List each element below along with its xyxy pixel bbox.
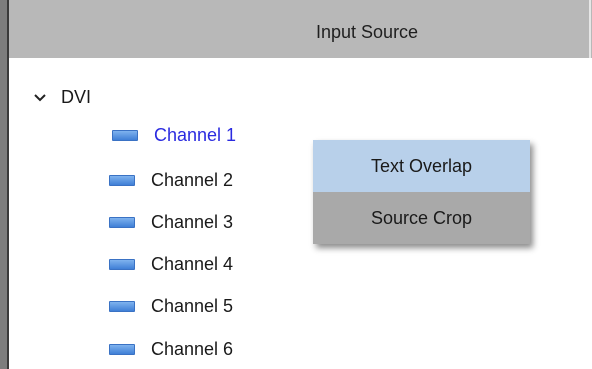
panel-title: Input Source [316, 22, 419, 42]
tree-item-channel-4[interactable]: Channel 4 [109, 251, 233, 277]
header-column-separator[interactable] [589, 0, 591, 58]
video-channel-icon [109, 343, 135, 355]
tree-group-label: DVI [61, 86, 92, 107]
channel-label: Channel 3 [151, 211, 234, 232]
menu-item-source-crop[interactable]: Source Crop [313, 192, 530, 244]
panel-left-border [0, 0, 9, 369]
tree-item-channel-3[interactable]: Channel 3 [109, 209, 233, 235]
video-channel-icon [109, 216, 135, 228]
tree-item-channel-5[interactable]: Channel 5 [109, 293, 233, 319]
video-channel-icon [109, 300, 135, 312]
chevron-down-icon[interactable] [33, 90, 47, 104]
channel-label: Channel 6 [151, 338, 234, 359]
channel-label: Channel 1 [154, 124, 237, 145]
context-menu: Text Overlap Source Crop [313, 140, 530, 244]
tree-item-channel-1[interactable]: Channel 1 [112, 122, 236, 148]
tree-group-dvi[interactable]: DVI [33, 85, 91, 109]
channel-label: Channel 5 [151, 295, 234, 316]
menu-item-text-overlap[interactable]: Text Overlap [313, 140, 530, 192]
channel-label: Channel 2 [151, 169, 234, 190]
video-channel-icon [112, 129, 138, 141]
video-channel-icon [109, 258, 135, 270]
tree-item-channel-2[interactable]: Channel 2 [109, 167, 233, 193]
video-channel-icon [109, 174, 135, 186]
tree-item-channel-6[interactable]: Channel 6 [109, 336, 233, 362]
panel-header: Input Source [9, 0, 592, 58]
channel-label: Channel 4 [151, 253, 234, 274]
